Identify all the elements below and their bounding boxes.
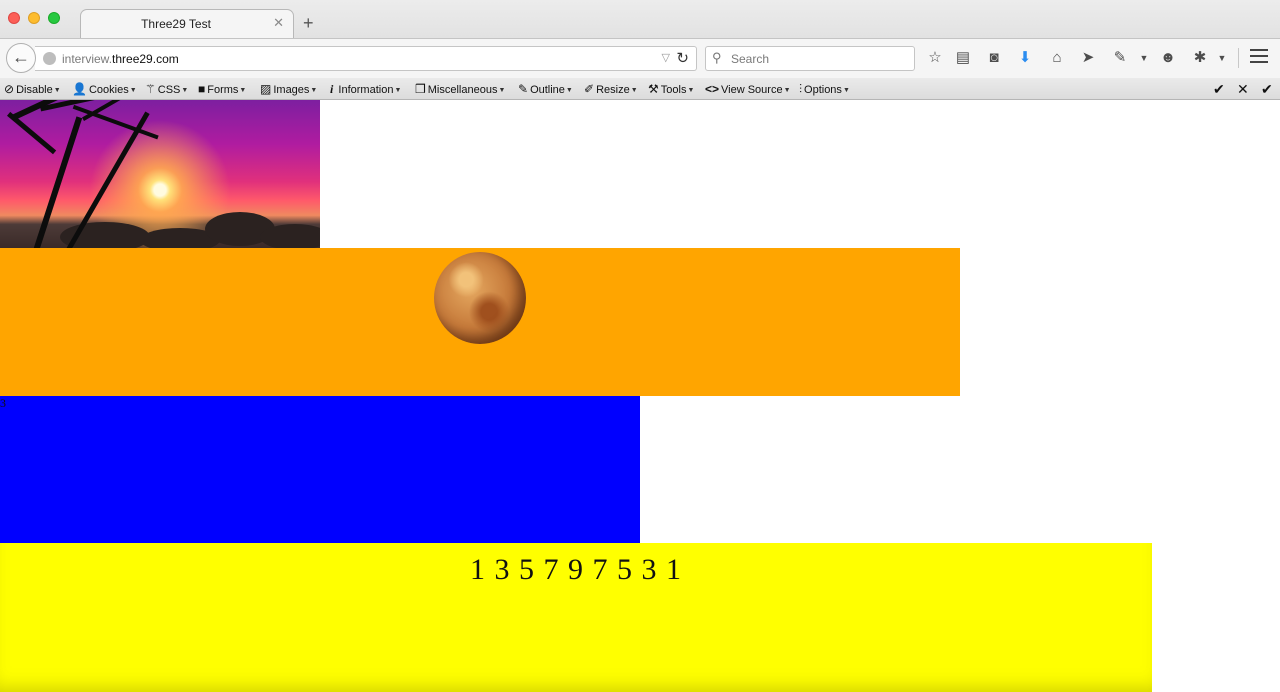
dev-menu-outline[interactable]: ✎ Outline▼: [518, 81, 573, 97]
venus-planet-image: [434, 252, 526, 344]
briefcase-icon: ■: [198, 82, 206, 96]
pencil-icon: ✎: [518, 82, 529, 96]
magic-wand-icon: ⚚: [145, 82, 156, 96]
send-icon[interactable]: ➤: [1078, 48, 1098, 68]
image-icon: ▨: [260, 82, 272, 96]
window-minimize-button[interactable]: [28, 12, 40, 24]
dropdown-arrow-icon: ▼: [783, 87, 791, 94]
home-icon[interactable]: ⌂: [1047, 48, 1067, 68]
dev-menu-label: Forms: [207, 84, 239, 96]
url-subdomain: interview.: [62, 52, 113, 66]
wrench-icon: ⚒: [648, 82, 659, 96]
dev-menu-cookies[interactable]: 👤 Cookies▼: [72, 81, 137, 97]
blue-block: [0, 396, 640, 543]
tab-close-icon[interactable]: ✕: [273, 15, 284, 31]
browser-tab[interactable]: Three29 Test ✕: [80, 9, 294, 38]
dev-menu-label: Outline: [530, 84, 565, 96]
eyedropper-dropdown-icon[interactable]: ▼: [1134, 48, 1154, 68]
search-placeholder: Search: [731, 52, 770, 66]
dev-menu-label: Resize: [596, 84, 630, 96]
back-arrow-icon: ←: [12, 47, 30, 67]
dev-menu-options[interactable]: ⫶ Options▼: [799, 81, 850, 97]
cube-icon: ❒: [415, 82, 426, 96]
url-history-dropdown-icon[interactable]: ▽: [662, 51, 670, 64]
code-icon: <>: [705, 82, 720, 96]
url-bar[interactable]: interview.three29.com ▽ ↻: [35, 46, 697, 71]
bookmark-star-icon[interactable]: ☆: [925, 48, 945, 68]
eyedropper-icon[interactable]: ✎: [1110, 48, 1130, 68]
web-developer-toolbar: ⊘ Disable▼ 👤 Cookies▼ ⚚ CSS▼ ■ Forms▼ ▨ Image…: [0, 78, 1280, 100]
dropdown-arrow-icon: ▼: [630, 87, 638, 94]
dropdown-arrow-icon: ▼: [310, 87, 318, 94]
dropdown-arrow-icon: ▼: [498, 87, 506, 94]
dev-menu-images[interactable]: ▨ Images▼: [260, 81, 317, 97]
search-input[interactable]: ⚲ Search: [705, 46, 915, 71]
window-maximize-button[interactable]: [48, 12, 60, 24]
tab-strip: Three29 Test ✕ +: [0, 0, 1280, 38]
validation-ok-icon[interactable]: ✔: [1213, 80, 1225, 98]
chat-icon[interactable]: ☻: [1158, 48, 1178, 68]
info-icon: i: [330, 82, 334, 96]
dev-menu-label: Tools: [660, 84, 687, 96]
dropdown-arrow-icon: ▼: [394, 87, 402, 94]
ruler-icon: ✐: [584, 82, 595, 96]
dropdown-arrow-icon: ▼: [239, 87, 247, 94]
dev-menu-label: View Source: [721, 84, 783, 96]
tab-title: Three29 Test: [141, 17, 211, 31]
dev-menu-css[interactable]: ⚚ CSS▼: [145, 81, 188, 97]
dev-menu-resize[interactable]: ✐ Resize▼: [584, 81, 638, 97]
dropdown-arrow-icon: ▼: [53, 87, 61, 94]
sliders-icon: ⫶: [799, 82, 803, 96]
navigation-bar: interview.three29.com ▽ ↻ ← ⚲ Search ☆ ▤…: [0, 38, 1280, 78]
validation-check-icon[interactable]: ✔: [1261, 80, 1273, 98]
download-icon[interactable]: ⬇: [1015, 48, 1035, 68]
window-close-button[interactable]: [8, 12, 20, 24]
menu-icon[interactable]: [1250, 49, 1268, 67]
globe-icon: [43, 52, 56, 65]
dev-menu-disable[interactable]: ⊘ Disable▼: [4, 81, 61, 97]
dev-menu-label: Information: [338, 84, 394, 96]
disable-icon: ⊘: [4, 82, 15, 96]
dropdown-arrow-icon: ▼: [565, 87, 573, 94]
dev-menu-miscellaneous[interactable]: ❒ Miscellaneous▼: [415, 81, 505, 97]
dev-menu-label: Options: [804, 84, 842, 96]
back-button[interactable]: ←: [6, 43, 36, 73]
dev-menu-label: Disable: [16, 84, 53, 96]
search-icon: ⚲: [712, 50, 722, 65]
dev-menu-label: Cookies: [88, 84, 129, 96]
reading-list-icon[interactable]: ▤: [953, 48, 973, 68]
sunset-beach-image: [0, 100, 320, 248]
blue-block-marker: 3: [0, 396, 6, 410]
toolbar-separator: [1238, 48, 1239, 68]
dropdown-arrow-icon: ▼: [181, 87, 189, 94]
dropdown-arrow-icon: ▼: [129, 87, 137, 94]
addon-dropdown-icon[interactable]: ▼: [1212, 48, 1232, 68]
number-sequence: 1 3 5 7 9 7 5 3 1: [470, 553, 682, 586]
url-domain: three29.com: [112, 52, 179, 66]
user-icon: 👤: [72, 82, 87, 96]
dev-menu-label: Miscellaneous: [427, 84, 498, 96]
dev-menu-information[interactable]: i Information▼: [330, 81, 401, 97]
pocket-icon[interactable]: ◙: [984, 48, 1004, 68]
dev-menu-label: Images: [273, 84, 310, 96]
dev-menu-label: CSS: [157, 84, 181, 96]
dropdown-arrow-icon: ▼: [842, 87, 850, 94]
new-tab-button[interactable]: +: [303, 14, 314, 32]
dev-menu-view-source[interactable]: <> View Source▼: [705, 81, 791, 97]
dev-menu-forms[interactable]: ■ Forms▼: [198, 81, 246, 97]
url-text[interactable]: interview.three29.com: [62, 52, 179, 66]
close-toolbar-icon[interactable]: ✕: [1237, 80, 1249, 98]
dev-menu-tools[interactable]: ⚒ Tools▼: [648, 81, 694, 97]
dropdown-arrow-icon: ▼: [687, 87, 695, 94]
addon-icon[interactable]: ✱: [1190, 48, 1210, 68]
reload-icon[interactable]: ↻: [676, 49, 689, 67]
